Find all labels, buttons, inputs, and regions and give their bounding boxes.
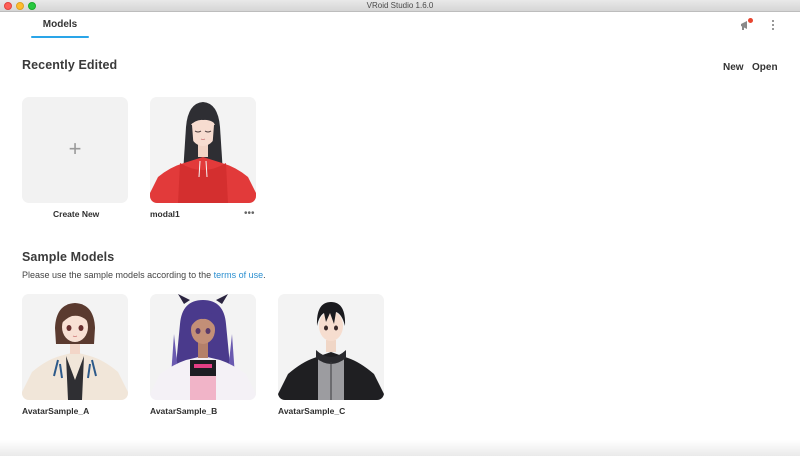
sample-name-b: AvatarSample_B <box>150 406 218 416</box>
more-menu-button[interactable] <box>768 17 778 33</box>
active-tab-indicator <box>31 36 89 38</box>
sample-name-a: AvatarSample_A <box>22 406 90 416</box>
description-text: Please use the sample models according t… <box>22 270 214 280</box>
terms-of-use-link[interactable]: terms of use <box>214 270 264 280</box>
sample-card-b[interactable] <box>150 294 256 400</box>
window-bottom-edge <box>0 440 800 456</box>
model-card-modal1[interactable] <box>150 97 256 203</box>
window-title: VRoid Studio 1.6.0 <box>366 1 434 10</box>
app-window: VRoid Studio 1.6.0 Models Recently Edite… <box>0 0 800 456</box>
sample-b-thumbnail <box>150 294 256 400</box>
sample-card-a[interactable] <box>22 294 128 400</box>
tab-models[interactable]: Models <box>31 12 89 38</box>
sample-name-c: AvatarSample_C <box>278 406 346 416</box>
sample-models-description: Please use the sample models according t… <box>22 270 266 280</box>
recently-edited-heading: Recently Edited <box>22 58 118 72</box>
sample-c-thumbnail <box>278 294 384 400</box>
description-period: . <box>263 270 266 280</box>
sample-card-c[interactable] <box>278 294 384 400</box>
sample-a-thumbnail <box>22 294 128 400</box>
notification-badge <box>748 18 753 23</box>
model-options-icon[interactable]: ••• <box>244 209 255 219</box>
notification-button[interactable] <box>739 18 753 32</box>
model-thumbnail <box>150 97 256 203</box>
create-new-label: Create New <box>53 209 100 219</box>
sample-models-heading: Sample Models <box>22 250 115 264</box>
create-new-card[interactable]: + <box>22 97 128 203</box>
plus-icon: + <box>68 136 82 161</box>
new-button[interactable]: New <box>723 62 744 73</box>
model-name-modal1: modal1 <box>150 209 180 219</box>
title-bar: VRoid Studio 1.6.0 <box>0 0 800 12</box>
app-header: Models <box>0 12 800 40</box>
open-button[interactable]: Open <box>752 62 778 73</box>
